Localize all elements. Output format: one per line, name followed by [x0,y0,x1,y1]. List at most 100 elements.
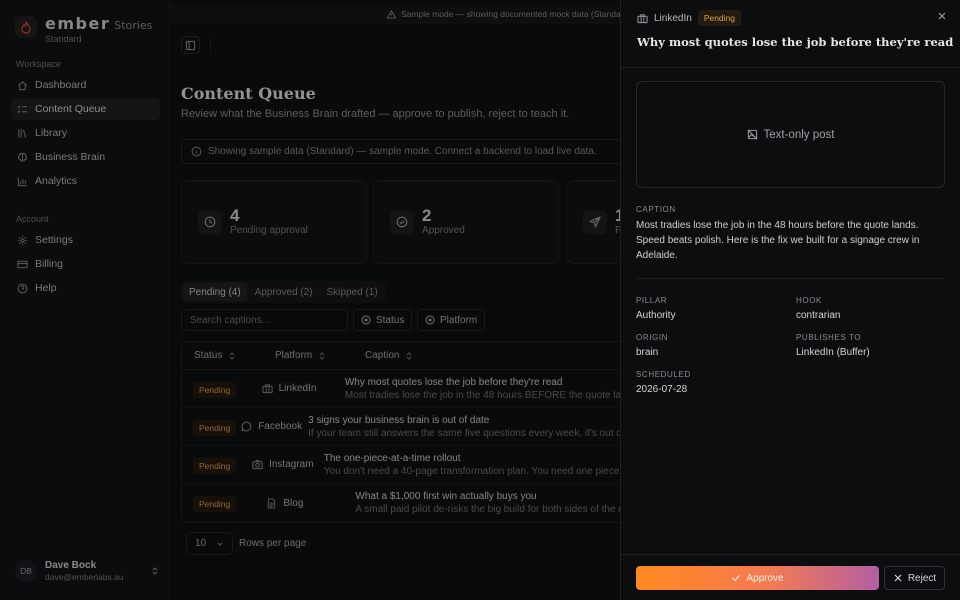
sidebar-toggle-button[interactable] [181,36,200,54]
document-icon [268,497,276,509]
meta-value: LinkedIn (Buffer) [796,347,870,358]
panel-left-icon [185,40,196,50]
user-menu[interactable]: DB Dave Bock dave@emberlabs.au [15,560,160,582]
caption-title: Why most quotes lose the job before they… [344,376,563,388]
approve-label: Approve [746,572,784,584]
sidebar-item-help[interactable]: Help [11,277,160,299]
status-badge: Pending [193,457,237,474]
warning-icon [387,9,396,19]
close-icon[interactable] [936,10,948,22]
toolbar-divider [210,38,211,52]
table-row[interactable]: Pending Facebook 3 signs your business b… [182,408,620,446]
media-label: Text-only post [763,128,835,141]
stat-value: 4 [230,206,240,225]
search-input[interactable]: Search captions... [181,309,348,331]
column-header-caption[interactable]: Caption [353,350,413,361]
caption-text: Most tradies lose the job in the 48 hour… [636,220,920,261]
ember-logo-icon [15,16,37,38]
meta-value: contrarian [796,310,841,321]
column-label: Platform [275,350,313,361]
meta-value: 2026-07-28 [636,384,688,395]
status-badge: Pending [697,10,742,26]
sidebar-item-content-queue[interactable]: Content Queue [11,98,160,120]
platform-filter-button[interactable]: Platform [417,309,486,331]
sidebar-item-label: Help [35,282,57,294]
filter-label: Status [376,314,405,326]
tab-pending[interactable]: Pending (4) [183,283,247,301]
brain-icon [18,152,27,162]
tab-approved[interactable]: Approved (2) [249,283,319,301]
meta-label: HOOK [796,296,822,305]
info-icon [191,146,202,157]
status-badge: Pending [193,381,237,398]
meta-label: PUBLISHES TO [796,333,862,342]
home-icon [18,80,27,90]
notice-text: Showing sample data (Standard) — sample … [208,146,597,157]
plus-circle-icon [425,315,435,325]
stat-card-pending: 4 Pending approval [181,180,367,264]
check-icon [732,575,741,582]
plan-label: Standard [45,34,82,44]
image-off-icon [747,129,757,140]
main-content: Sample mode — showing documented mock da… [170,0,620,600]
clock-icon [204,216,216,228]
post-detail-drawer: LinkedIn Pending Why most quotes lose th… [620,0,960,600]
user-email: dave@emberlabs.au [45,572,124,582]
brand-suffix: Stories [114,19,153,32]
banner-text: Sample mode — showing documented mock da… [401,9,620,19]
sidebar-item-billing[interactable]: Billing [11,253,160,275]
bar-chart-icon [17,176,27,186]
sidebar-item-label: Dashboard [35,79,87,91]
caption-title: The one-piece-at-a-time rollout [323,452,461,464]
column-label: Caption [365,350,400,361]
sidebar-item-analytics[interactable]: Analytics [11,170,160,192]
status-filter-button[interactable]: Status [353,309,413,331]
chevron-down-icon [217,542,223,546]
meta-scheduled: SCHEDULED 2026-07-28 [636,370,776,395]
user-name: Dave Bock [45,560,97,571]
tab-skipped[interactable]: Skipped (1) [321,283,384,301]
page-subtitle: Review what the Business Brain drafted —… [181,108,570,120]
sidebar-item-business-brain[interactable]: Business Brain [11,146,160,168]
facebook-icon [241,421,252,432]
help-circle-icon [17,283,28,293]
platform-name: Instagram [269,459,314,470]
table-row[interactable]: Pending Blog What a $1,000 first win act… [182,484,620,522]
sidebar-item-label: Billing [35,258,64,270]
meta-label: PILLAR [636,296,668,305]
sidebar-item-dashboard[interactable]: Dashboard [11,74,160,96]
check-circle-icon [396,216,408,228]
queue-tabs: Pending (4) Approved (2) Skipped (1) [181,281,386,303]
reject-button[interactable]: Reject [884,566,945,590]
table-row[interactable]: Pending LinkedIn Why most quotes lose th… [182,370,620,408]
linkedin-icon [637,13,648,23]
list-check-icon [17,105,28,113]
table-row[interactable]: Pending Instagram The one-piece-at-a-tim… [182,446,620,484]
meta-origin: ORIGIN brain [636,333,776,358]
approve-button[interactable]: Approve [636,566,879,590]
column-header-platform[interactable]: Platform [263,350,353,361]
sidebar: ember Stories Standard Workspace Dashboar… [0,0,170,600]
drawer-platform: LinkedIn [654,12,692,24]
platform-name: Blog [283,497,304,509]
camera-icon [252,460,263,470]
column-header-status[interactable]: Status [182,350,263,361]
linkedin-icon [262,384,273,394]
sidebar-item-label: Content Queue [35,103,107,115]
page-title: Content Queue [181,84,316,103]
divider [636,278,945,279]
sidebar-item-library[interactable]: Library [11,122,160,144]
account-section-label: Account [16,214,49,224]
table-header: Status Platform Caption [182,342,620,370]
rows-per-page-label: Rows per page [239,538,307,549]
sidebar-item-settings[interactable]: Settings [11,229,160,251]
page-size-select[interactable]: 10 [186,532,233,555]
meta-value: Authority [636,310,676,321]
avatar: DB [15,560,37,582]
brand[interactable]: ember Stories Standard [15,14,152,44]
caption-preview: Most tradies lose the job in the 48 hour… [344,389,620,401]
caption-preview: If your team still answers the same five… [308,427,620,439]
stat-value: 2 [422,206,432,225]
platform-name: LinkedIn [278,383,317,394]
meta-value: brain [636,347,659,358]
